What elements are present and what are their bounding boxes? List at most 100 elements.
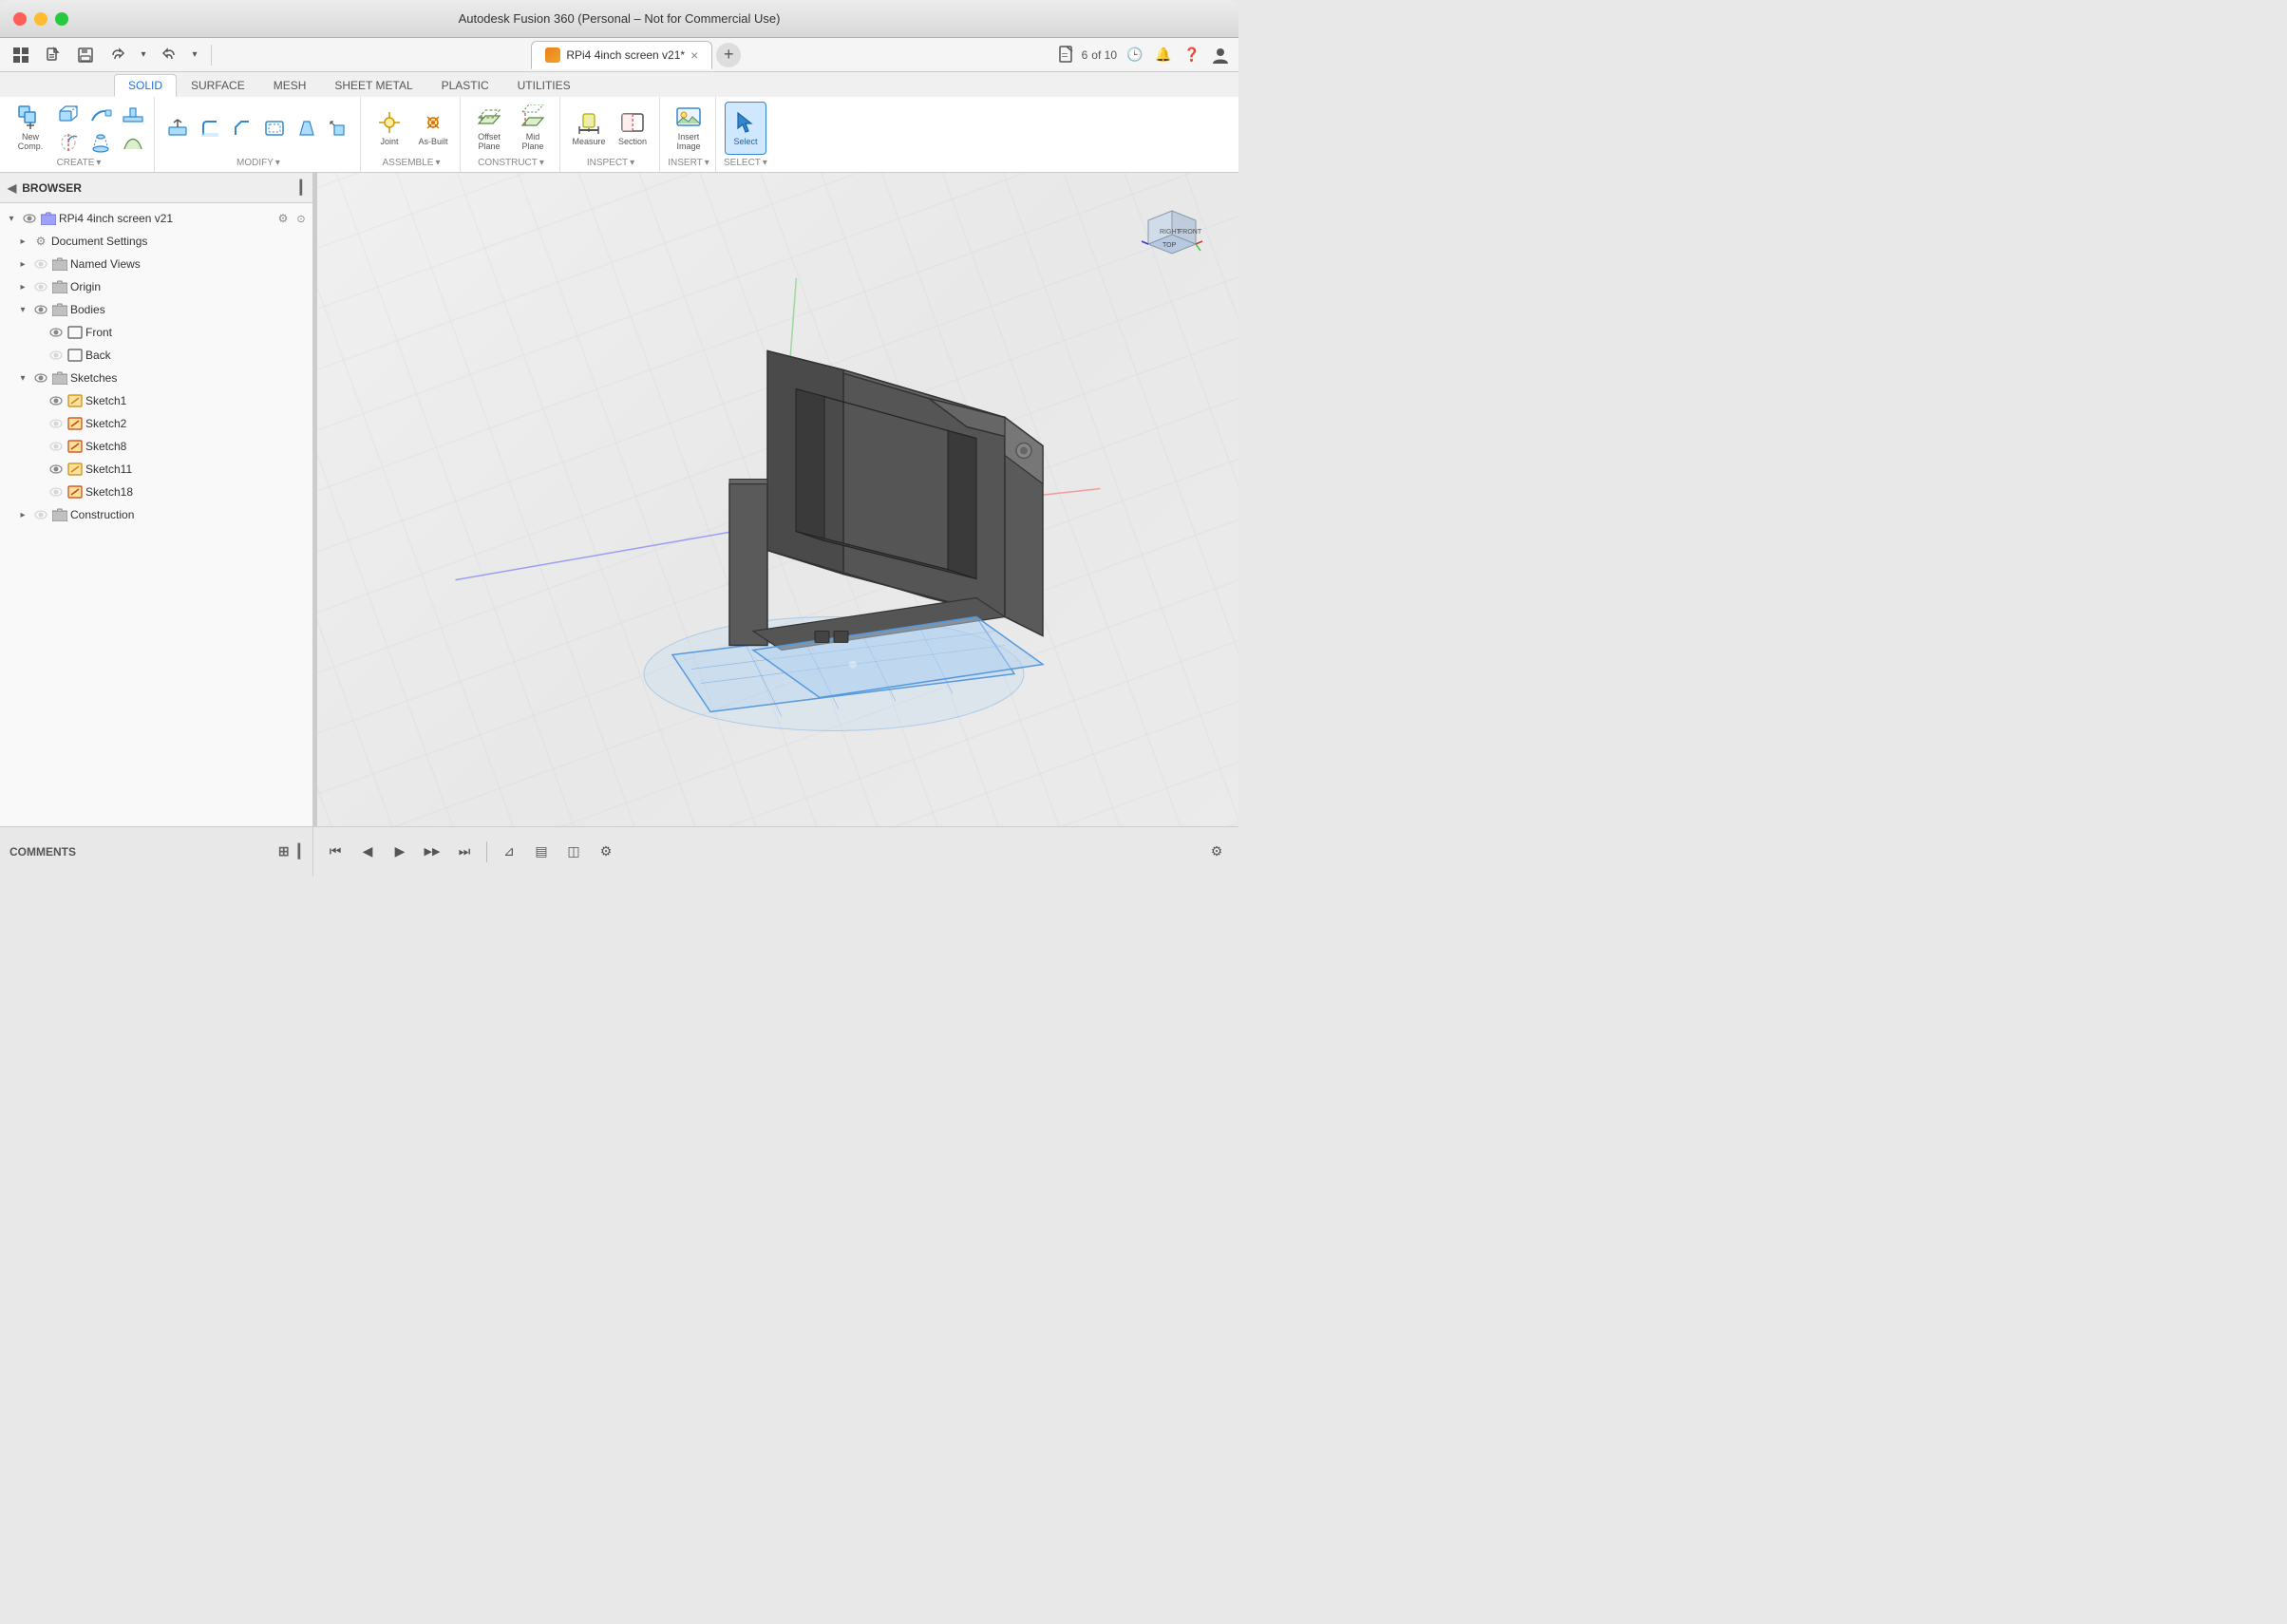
timeline-grid-btn[interactable]: ▤	[527, 838, 556, 866]
tree-eye-sk11[interactable]	[47, 461, 65, 478]
comments-expand-icon[interactable]: ⊞	[278, 843, 290, 859]
tab-solid[interactable]: SOLID	[114, 74, 177, 97]
fillet-btn[interactable]	[195, 115, 225, 142]
tree-front-body[interactable]: Front	[0, 321, 312, 344]
tree-sketches-label: Sketches	[70, 371, 309, 385]
offset-plane-btn[interactable]: Offset Plane	[468, 102, 510, 155]
redo-button[interactable]	[156, 42, 182, 68]
tree-eye-sk18[interactable]	[47, 483, 65, 500]
chamfer-btn[interactable]	[227, 115, 257, 142]
close-button[interactable]	[13, 12, 27, 26]
tree-eye-sk8[interactable]	[47, 438, 65, 455]
browser-back-icon[interactable]: ◀	[8, 181, 16, 195]
loft-btn[interactable]	[85, 129, 116, 156]
inspect-icons: Measure Section	[568, 101, 653, 156]
tree-eye-origin[interactable]	[32, 278, 49, 295]
tree-bodies[interactable]: ▾ Bodies	[0, 298, 312, 321]
undo-button[interactable]	[104, 42, 131, 68]
tree-eye-root[interactable]	[21, 210, 38, 227]
select-tool-btn[interactable]: Select	[725, 102, 766, 155]
tree-doc-settings[interactable]: ▸ ⚙ Document Settings	[0, 230, 312, 253]
tree-eye-sk1[interactable]	[47, 392, 65, 409]
tree-expand-root[interactable]: ▾	[4, 211, 19, 226]
timeline-settings-btn[interactable]: ⚙	[592, 838, 620, 866]
history-icon[interactable]: 🕒	[1125, 45, 1145, 66]
tree-expand-sketches[interactable]: ▾	[15, 370, 30, 386]
help-icon[interactable]: ❓	[1181, 45, 1202, 66]
sweep-btn[interactable]	[85, 101, 116, 127]
anim-next-btn[interactable]: ▶▶	[418, 838, 446, 866]
apps-icon[interactable]	[8, 42, 34, 68]
tree-eye-sketches[interactable]	[32, 369, 49, 387]
tree-expand-origin[interactable]: ▸	[15, 279, 30, 294]
press-pull-btn[interactable]	[162, 115, 193, 142]
create-new-component-btn[interactable]: New Comp.	[9, 102, 51, 155]
maximize-button[interactable]	[55, 12, 68, 26]
profile-icon[interactable]	[1210, 45, 1231, 66]
browser-title: BROWSER	[22, 181, 82, 195]
measure-btn[interactable]: Measure	[568, 102, 610, 155]
tree-root-item[interactable]: ▾ RPi4 4inch screen v21 ⚙ ⊙	[0, 207, 312, 230]
anim-play-btn[interactable]: ▶	[386, 838, 414, 866]
tree-eye-bodies[interactable]	[32, 301, 49, 318]
tree-radio-root[interactable]: ⊙	[293, 211, 309, 226]
tree-expand-bodies[interactable]: ▾	[15, 302, 30, 317]
save-button[interactable]	[72, 42, 99, 68]
section-analysis-btn[interactable]: Section	[612, 102, 653, 155]
tree-sketch2[interactable]: Sketch2	[0, 412, 312, 435]
tab-sheet-metal[interactable]: SHEET METAL	[320, 74, 426, 97]
3d-model[interactable]	[577, 293, 1071, 754]
tree-eye-front[interactable]	[47, 324, 65, 341]
tree-eye-sk2[interactable]	[47, 415, 65, 432]
anim-start-btn[interactable]: ⏮	[321, 838, 350, 866]
extrude-btn[interactable]	[53, 101, 84, 127]
patch-btn[interactable]	[118, 129, 148, 156]
tree-expand-const[interactable]: ▸	[15, 507, 30, 522]
tree-origin[interactable]: ▸ Origin	[0, 275, 312, 298]
undo-dropdown[interactable]: ▾	[137, 42, 150, 68]
tree-sketch8[interactable]: Sketch8	[0, 435, 312, 458]
tree-eye-const[interactable]	[32, 506, 49, 523]
timeline-camera-btn[interactable]: ◫	[559, 838, 588, 866]
revolve-btn[interactable]	[53, 129, 84, 156]
3d-viewport[interactable]: RIGHT FRONT TOP	[317, 173, 1238, 875]
active-tab[interactable]: RPi4 4inch screen v21* ×	[531, 41, 712, 69]
tree-gear-root[interactable]: ⚙	[274, 210, 292, 227]
tree-back-body[interactable]: Back	[0, 344, 312, 367]
anim-end-btn[interactable]: ⏭	[450, 838, 479, 866]
comments-collapse-icon[interactable]: ┃	[295, 843, 303, 859]
file-menu[interactable]	[40, 42, 66, 68]
tree-sketches[interactable]: ▾ Sketches	[0, 367, 312, 389]
timeline-marker-btn[interactable]: ⊿	[495, 838, 523, 866]
tree-eye-back[interactable]	[47, 347, 65, 364]
midplane-btn[interactable]: Mid Plane	[512, 102, 554, 155]
rib-btn[interactable]	[118, 101, 148, 127]
draft-btn[interactable]	[292, 115, 322, 142]
tree-named-views[interactable]: ▸ Named Views	[0, 253, 312, 275]
tree-sketch18[interactable]: Sketch18	[0, 481, 312, 503]
tab-surface[interactable]: SURFACE	[177, 74, 259, 97]
tree-sketch11[interactable]: Sketch11	[0, 458, 312, 481]
tree-expand-views[interactable]: ▸	[15, 256, 30, 272]
tab-mesh[interactable]: MESH	[259, 74, 321, 97]
tree-construction[interactable]: ▸ Construction	[0, 503, 312, 526]
tree-expand-doc[interactable]: ▸	[15, 234, 30, 249]
joint-btn[interactable]: Joint	[369, 102, 410, 155]
as-built-joint-btn[interactable]: As-Built	[412, 102, 454, 155]
tab-plastic[interactable]: PLASTIC	[427, 74, 503, 97]
minimize-button[interactable]	[34, 12, 47, 26]
tree-sketch1[interactable]: Sketch1	[0, 389, 312, 412]
tab-close-btn[interactable]: ×	[690, 47, 698, 63]
shell-btn[interactable]	[259, 115, 290, 142]
settings-btn[interactable]: ⚙	[1202, 838, 1231, 866]
anim-prev-btn[interactable]: ◀	[353, 838, 382, 866]
notifications-icon[interactable]: 🔔	[1153, 45, 1174, 66]
browser-collapse-btn[interactable]: ┃	[297, 179, 305, 196]
redo-dropdown[interactable]: ▾	[188, 42, 201, 68]
view-cube[interactable]: RIGHT FRONT TOP	[1134, 192, 1210, 268]
tab-utilities[interactable]: UTILITIES	[503, 74, 585, 97]
insert-image-btn[interactable]: Insert Image	[668, 102, 709, 155]
tree-eye-views[interactable]	[32, 255, 49, 273]
scale-btn[interactable]	[324, 115, 354, 142]
new-tab-button[interactable]: +	[716, 43, 741, 67]
